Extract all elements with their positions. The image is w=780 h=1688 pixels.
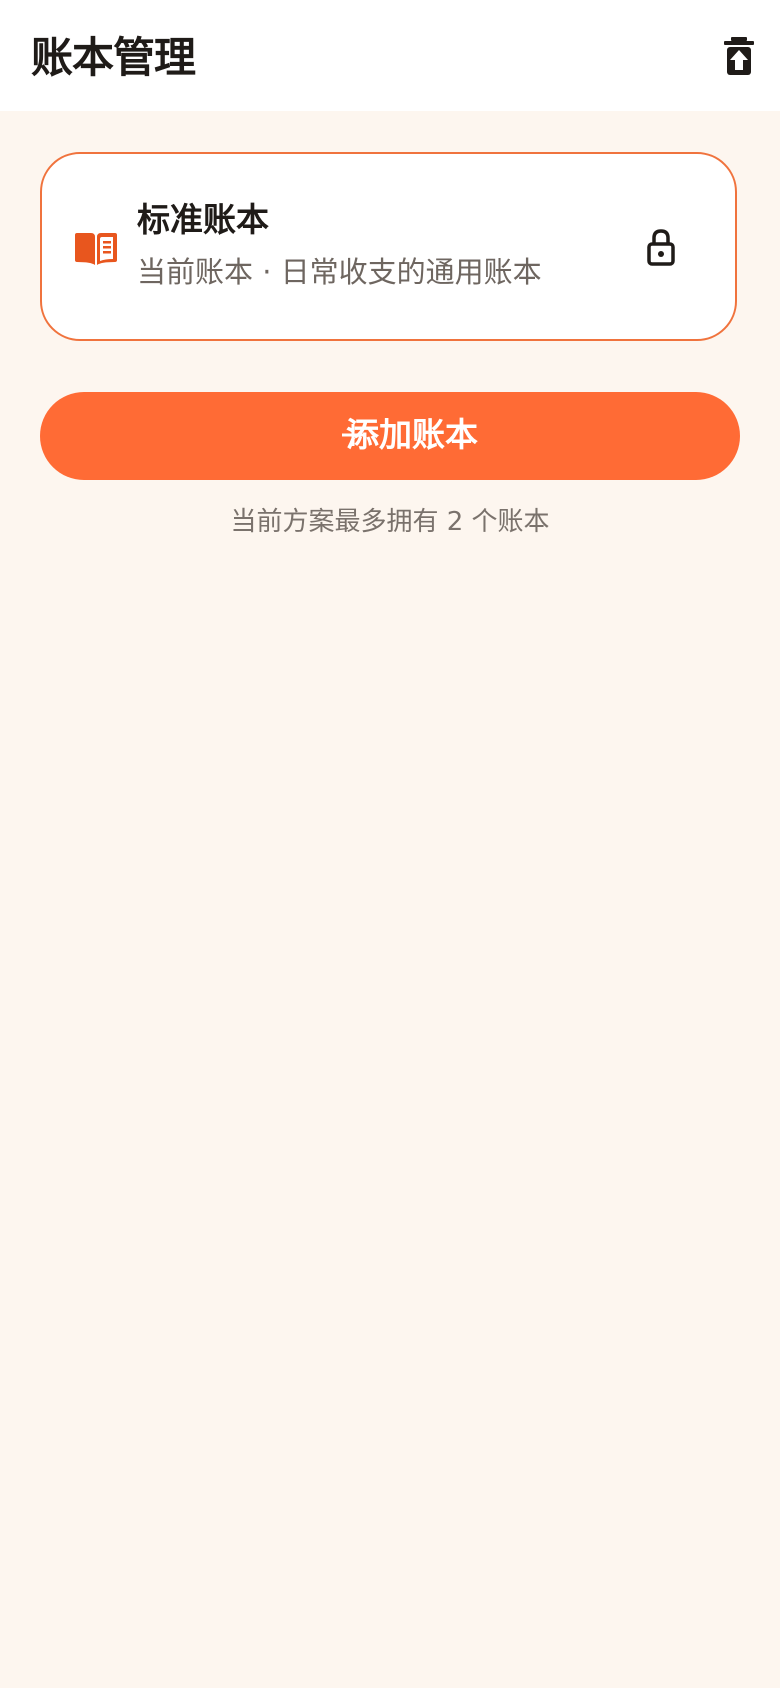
add-book-button[interactable]: 添加账本 <box>40 392 740 480</box>
book-description: 当前账本 · 日常收支的通用账本 <box>137 255 542 289</box>
app-bar: 账本管理 <box>0 0 780 111</box>
page-title: 账本管理 <box>31 33 196 82</box>
open-book-icon <box>75 233 117 265</box>
lock-icon <box>647 229 675 266</box>
trash-restore-icon <box>724 37 754 75</box>
add-book-label: 添加账本 <box>346 416 478 453</box>
current-book-card[interactable]: 标准账本 当前账本 · 日常收支的通用账本 <box>40 152 737 341</box>
trash-restore-button[interactable] <box>720 34 760 78</box>
plan-limit-note: 当前方案最多拥有 2 个账本 <box>230 507 550 537</box>
book-name: 标准账本 <box>137 200 269 239</box>
